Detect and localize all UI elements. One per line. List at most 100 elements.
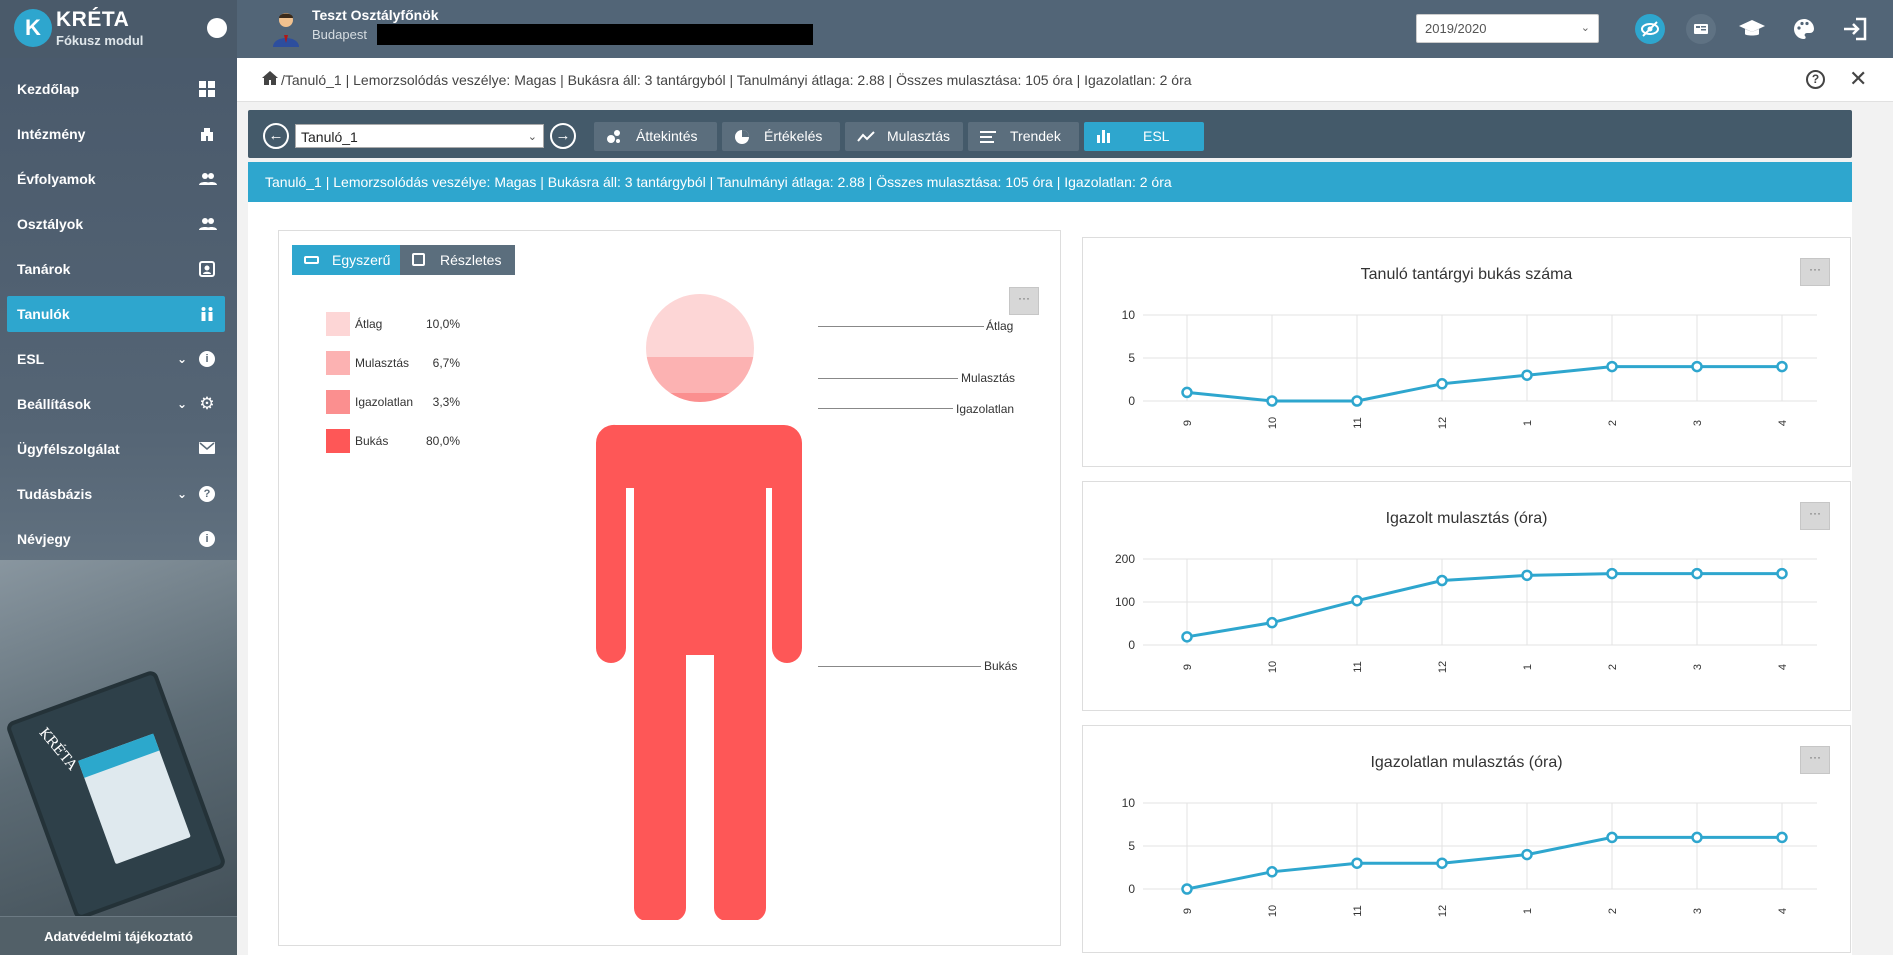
- id-card-button[interactable]: [1686, 14, 1716, 44]
- tab-label: Trendek: [1010, 128, 1061, 144]
- close-icon[interactable]: ✕: [1849, 66, 1867, 92]
- home-icon[interactable]: [261, 70, 279, 86]
- chevron-down-icon[interactable]: ⌄: [177, 341, 187, 377]
- y-tick-label: 5: [1128, 351, 1135, 365]
- student-select-value: Tanuló_1: [301, 129, 358, 145]
- school-year-select[interactable]: 2019/2020 ⌄: [1416, 14, 1599, 43]
- student-select[interactable]: Tanuló_1 ⌄: [295, 124, 544, 148]
- tab-attekintes[interactable]: Áttekintés: [594, 122, 717, 151]
- data-point: [1606, 831, 1618, 844]
- app-logo[interactable]: K KRÉTA Fókusz modul: [0, 0, 237, 58]
- student-toolbar: ← Tanuló_1 ⌄ → Áttekintés Értékelés Mula…: [248, 110, 1852, 158]
- unexcused-absence-line-chart: 05109 10 11 12 1 2 3 4: [1122, 796, 1817, 917]
- tab-mulasztas[interactable]: Mulasztás: [845, 122, 963, 151]
- sidebar-item-beallitasok[interactable]: Beállítások ⌄ ⚙: [7, 386, 225, 422]
- x-tick-label: 2: [1607, 420, 1619, 426]
- visibility-toggle-button[interactable]: [1635, 14, 1665, 44]
- data-point: [1606, 360, 1618, 373]
- sidebar-item-label: Tanulók: [17, 306, 70, 322]
- x-tick-label: 3: [1692, 420, 1704, 426]
- data-point: [1266, 395, 1278, 407]
- students-icon: [199, 306, 215, 322]
- sidebar-item-intezmeny[interactable]: Intézmény: [7, 116, 225, 152]
- sidebar-item-label: Intézmény: [17, 126, 86, 142]
- eye-slash-icon: [1641, 21, 1659, 37]
- graduation-cap-button[interactable]: [1737, 14, 1767, 44]
- sidebar-item-label: Ügyfélszolgálat: [17, 441, 120, 457]
- chevron-down-icon[interactable]: ⌄: [177, 476, 187, 512]
- data-point: [1521, 369, 1533, 381]
- data-point: [1521, 848, 1533, 861]
- help-icon[interactable]: ?: [1806, 70, 1825, 89]
- tab-trendek[interactable]: Trendek: [968, 122, 1079, 151]
- y-tick-label: 0: [1128, 638, 1135, 652]
- user-name: Teszt Osztályfőnök: [312, 7, 439, 23]
- x-tick-label: 1: [1522, 420, 1534, 426]
- sidebar-item-nevjegy[interactable]: Névjegy i: [7, 521, 225, 557]
- previous-student-button[interactable]: ←: [263, 123, 289, 149]
- legend-swatch: [326, 429, 350, 453]
- logout-button[interactable]: [1840, 14, 1870, 44]
- graduation-cap-icon: [1739, 20, 1765, 36]
- y-tick-label: 0: [1128, 882, 1135, 896]
- sidebar-item-label: Tudásbázis: [17, 486, 93, 502]
- figure-segment-atlag: [646, 294, 754, 357]
- data-point: [1351, 395, 1363, 407]
- sidebar-item-tanarok[interactable]: Tanárok: [7, 251, 225, 287]
- data-point: [1266, 616, 1278, 629]
- sidebar-toggle[interactable]: [207, 18, 227, 38]
- data-point: [1181, 631, 1193, 643]
- tab-ertekeles[interactable]: Értékelés: [722, 122, 840, 151]
- view-simple-button[interactable]: Egyszerű: [292, 245, 400, 275]
- x-tick-label: 11: [1352, 417, 1364, 428]
- x-tick-label: 10: [1267, 905, 1279, 917]
- pie-icon: [734, 122, 750, 161]
- lines-icon: [980, 122, 996, 161]
- chevron-down-icon[interactable]: ⌄: [177, 386, 187, 422]
- theme-palette-button[interactable]: [1789, 14, 1819, 44]
- sidebar-item-label: Évfolyamok: [17, 171, 96, 187]
- legend-label: Igazolatlan: [355, 395, 414, 409]
- redacted-block: [377, 24, 813, 45]
- mail-icon: [199, 441, 215, 457]
- legend-label: Bukás: [355, 434, 389, 448]
- chevron-down-icon: ⌄: [527, 131, 537, 143]
- callout-mulasztas: Mulasztás: [961, 371, 1016, 385]
- id-card-icon: [1694, 24, 1708, 34]
- sidebar-item-label: Kezdőlap: [17, 81, 80, 97]
- contact-card-icon: [199, 261, 215, 277]
- sidebar-item-label: ESL: [17, 351, 45, 367]
- kreta-logo-icon: K: [14, 9, 52, 47]
- next-student-button[interactable]: →: [550, 123, 576, 149]
- data-point: [1436, 574, 1448, 587]
- figure-menu-button[interactable]: ···: [1009, 287, 1039, 315]
- sidebar-item-ugyfelszolgalat[interactable]: Ügyfélszolgálat: [7, 431, 225, 467]
- view-detailed-button[interactable]: Részletes: [400, 245, 515, 275]
- sidebar-item-osztalyok[interactable]: Osztályok: [7, 206, 225, 242]
- tab-label: ESL: [1143, 128, 1170, 144]
- tab-esl[interactable]: ESL: [1084, 122, 1204, 151]
- y-tick-label: 10: [1122, 308, 1136, 322]
- legend-label: Átlag: [355, 317, 383, 331]
- sidebar-item-kezdolap[interactable]: Kezdőlap: [7, 71, 225, 107]
- school-year-value: 2019/2020: [1425, 21, 1487, 36]
- legend-value: 10,0%: [425, 317, 460, 331]
- failures-line-chart: 05109 10 11 12 1 2 3 4: [1122, 308, 1817, 429]
- data-point: [1351, 857, 1363, 869]
- sidebar-item-tanulok[interactable]: Tanulók: [7, 296, 225, 332]
- x-tick-label: 12: [1437, 417, 1449, 429]
- y-tick-label: 0: [1128, 394, 1135, 408]
- sidebar-item-tudasbazis[interactable]: Tudásbázis ⌄ ?: [7, 476, 225, 512]
- data-point: [1521, 569, 1533, 582]
- sidebar-item-esl[interactable]: ESL ⌄ i: [7, 341, 225, 377]
- bar-chart-icon: [1096, 122, 1112, 161]
- data-point: [1436, 378, 1448, 390]
- series-line: [1186, 572, 1782, 639]
- privacy-notice-link[interactable]: Adatvédelmi tájékoztató: [0, 916, 237, 955]
- data-point: [1181, 883, 1193, 895]
- y-tick-label: 100: [1115, 595, 1135, 609]
- x-tick-label: 4: [1777, 420, 1789, 426]
- x-tick-label: 9: [1182, 664, 1194, 670]
- sidebar-item-evfolyamok[interactable]: Évfolyamok: [7, 161, 225, 197]
- user-avatar-icon[interactable]: [271, 11, 301, 47]
